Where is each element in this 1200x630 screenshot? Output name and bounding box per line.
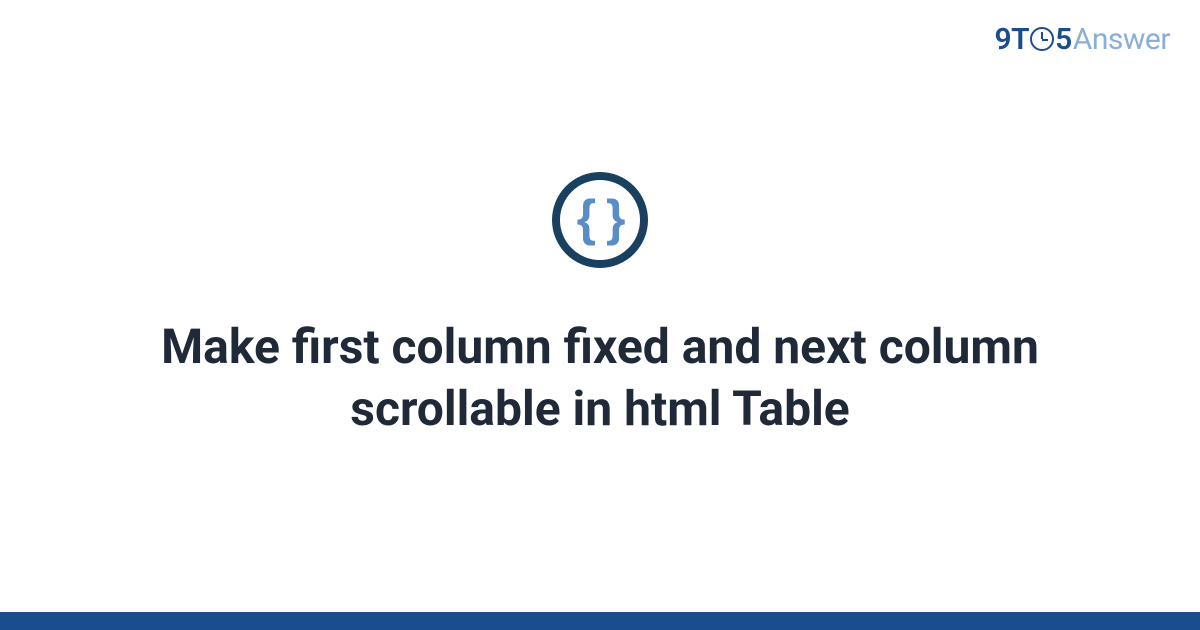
footer-bar <box>0 612 1200 630</box>
category-icon-ring: { } <box>552 172 648 268</box>
code-braces-icon: { } <box>577 193 624 243</box>
page-title: Make first column fixed and next column … <box>120 316 1080 441</box>
main-content: { } Make first column fixed and next col… <box>0 0 1200 612</box>
